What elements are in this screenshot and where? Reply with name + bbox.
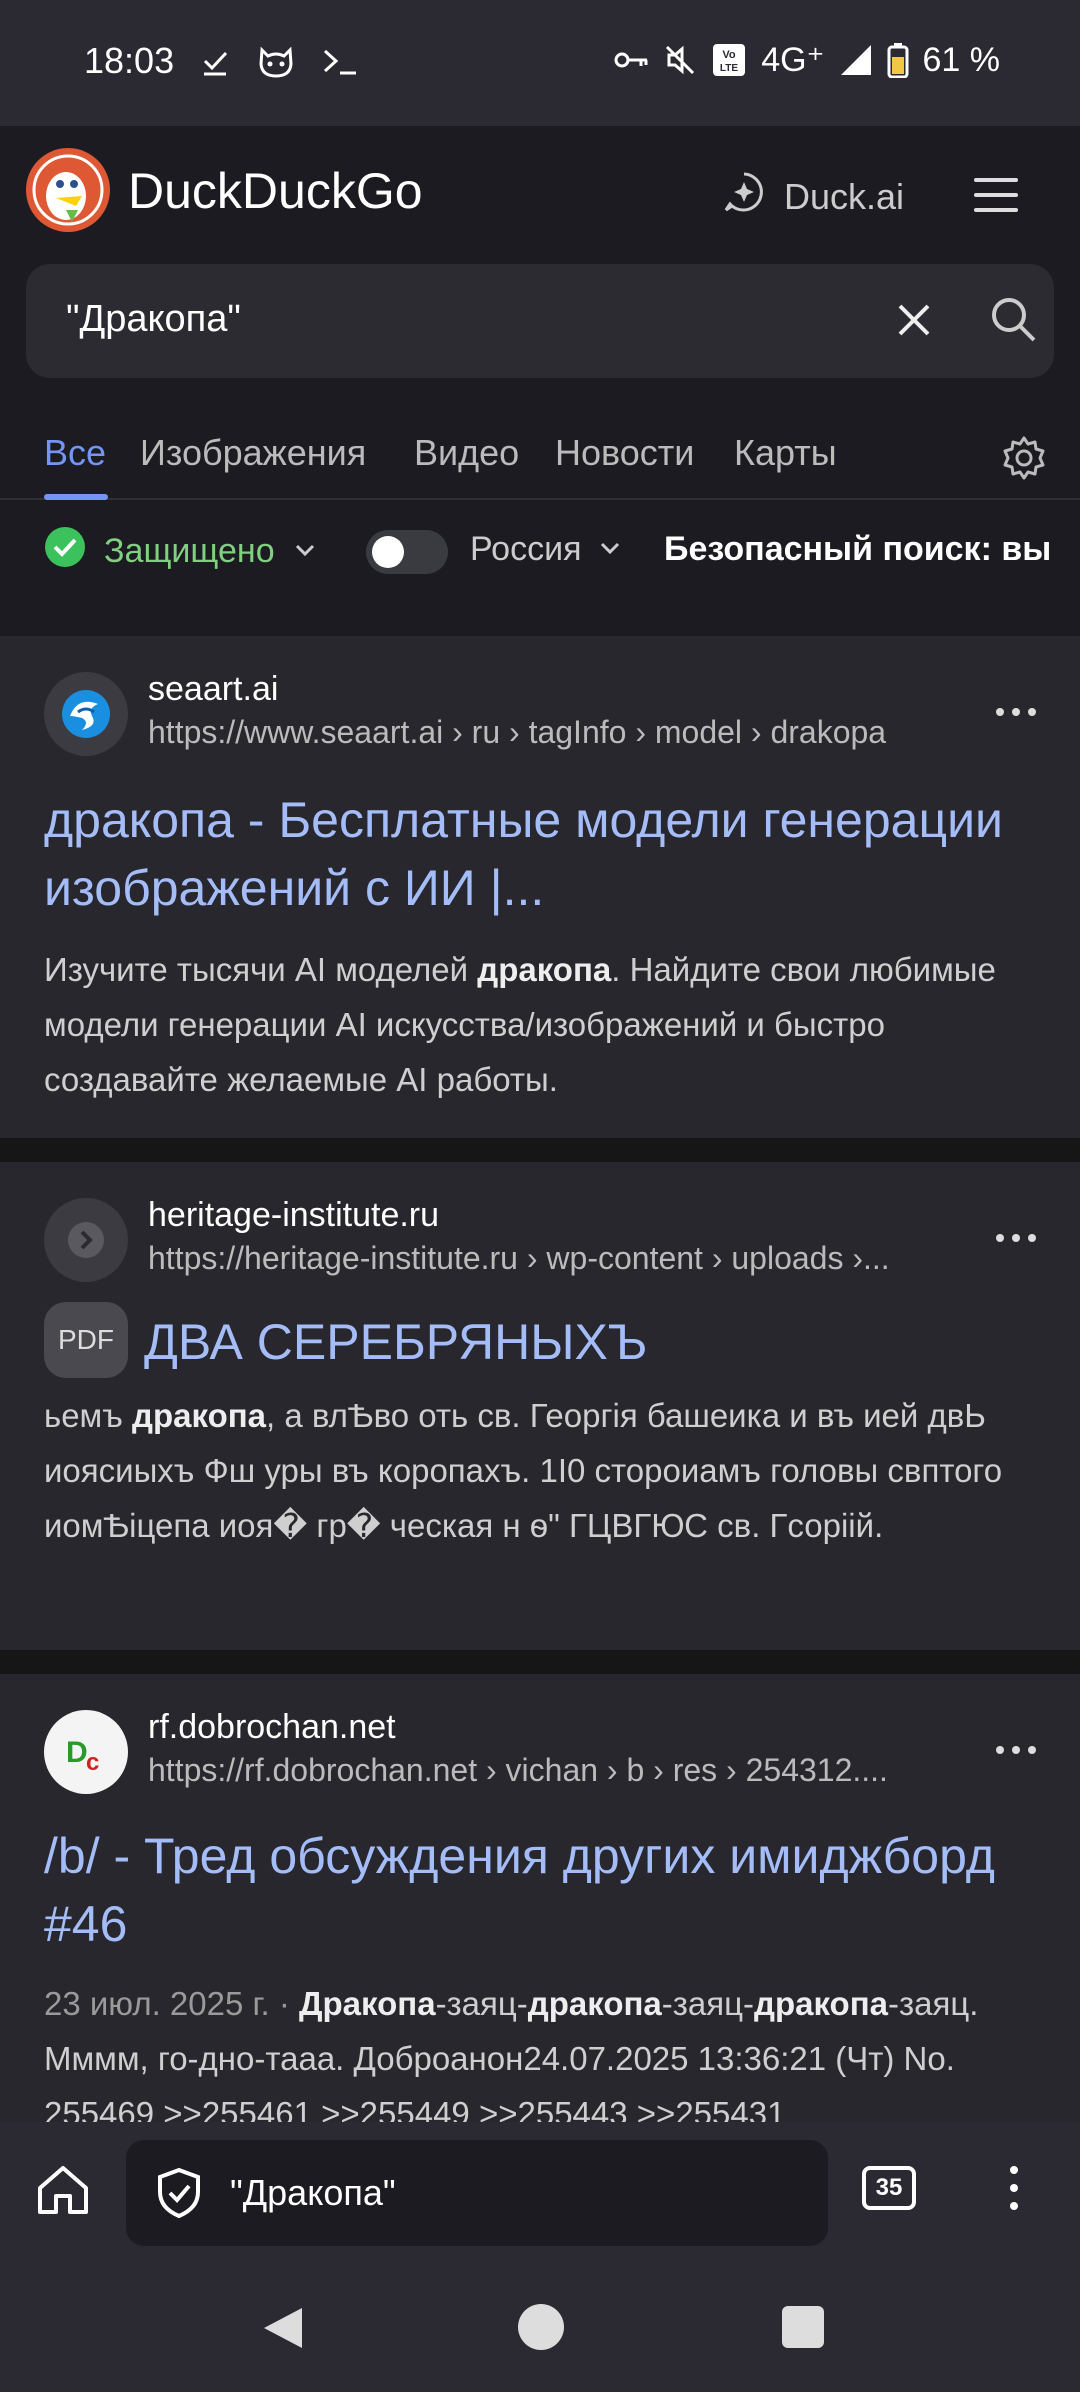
back-icon[interactable] (260, 2304, 306, 2357)
clear-search-icon[interactable] (888, 294, 940, 346)
brand-name: DuckDuckGo (128, 163, 423, 219)
check-circle-icon (44, 526, 86, 577)
app-header: DuckDuckGo Duck.ai "Дракопа" Все Изображ… (0, 126, 1080, 638)
result-snippet: ьемъ дракопа, а влѢво оть св. Георгія ба… (44, 1397, 1003, 1544)
signal-icon (839, 43, 873, 77)
more-options-icon[interactable] (996, 1746, 1036, 1754)
network-type: 4G⁺ (761, 41, 825, 79)
home-nav-icon[interactable] (518, 2304, 564, 2350)
result-snippet: 23 июл. 2025 г. · Дракопа-заяц-дракопа-з… (44, 1985, 979, 2122)
result-url[interactable]: https://rf.dobrochan.net › vichan › b › … (148, 1752, 968, 1789)
results-list: seaart.ai https://www.seaart.ai › ru › t… (0, 636, 1080, 2122)
search-input[interactable]: "Дракопа" (66, 298, 241, 341)
hamburger-menu-icon[interactable] (974, 178, 1018, 212)
result-card: heritage-institute.ru https://heritage-i… (0, 1162, 1080, 1650)
home-icon[interactable] (34, 2162, 92, 2220)
result-title[interactable]: PDF ДВА СЕРЕБРЯНЫХЪ (44, 1302, 1024, 1384)
result-url[interactable]: https://www.seaart.ai › ru › tagInfo › m… (148, 714, 968, 751)
region-filter[interactable]: Россия (470, 530, 622, 569)
protection-label: Защищено (104, 532, 275, 570)
tab-counter-button[interactable]: 35 (862, 2166, 916, 2210)
region-label: Россия (470, 530, 582, 568)
svg-text:D: D (66, 1736, 88, 1769)
tab-all[interactable]: Все (44, 432, 106, 474)
address-text[interactable]: "Дракопа" (230, 2172, 396, 2214)
svg-text:c: c (86, 1749, 99, 1776)
duck-ai-icon (722, 170, 766, 223)
volte-icon: Vo LTE (711, 42, 747, 78)
vpn-key-icon (613, 48, 649, 72)
search-icon[interactable] (986, 292, 1040, 346)
address-bar[interactable]: "Дракопа" (126, 2140, 828, 2246)
result-domain[interactable]: rf.dobrochan.net (148, 1708, 396, 1747)
pdf-badge: PDF (44, 1302, 128, 1378)
duckduckgo-logo[interactable] (26, 148, 110, 232)
search-tabs: Все Изображения Видео Новости Карты (0, 416, 1080, 500)
tab-video[interactable]: Видео (414, 432, 519, 474)
active-tab-indicator (44, 494, 108, 500)
terminal-icon (322, 47, 358, 77)
mute-icon (663, 43, 697, 77)
battery-percent: 61 % (922, 40, 1001, 79)
safe-search-filter[interactable]: Безопасный поиск: вы (664, 530, 1080, 569)
result-card: seaart.ai https://www.seaart.ai › ru › t… (0, 636, 1080, 1138)
tab-images[interactable]: Изображения (140, 432, 366, 474)
tab-news[interactable]: Новости (555, 432, 694, 474)
result-date: 23 июл. 2025 г. · (44, 1985, 300, 2022)
dobrochan-favicon-icon: Dc (44, 1710, 128, 1794)
svg-text:LTE: LTE (720, 63, 738, 74)
result-snippet: Изучите тысячи AI моделей дракопа. Найди… (44, 951, 996, 1098)
filter-bar: Защищено Россия Безопасный поиск: вы (0, 512, 1080, 592)
shield-check-icon[interactable] (152, 2166, 206, 2220)
tab-maps[interactable]: Карты (734, 432, 837, 474)
protection-filter[interactable]: Защищено (44, 526, 317, 577)
chevron-right-favicon-icon (44, 1198, 128, 1282)
search-box[interactable]: "Дракопа" (26, 264, 1054, 378)
download-done-icon (200, 47, 230, 77)
seaart-favicon-icon (44, 672, 128, 756)
chevron-down-icon (598, 530, 622, 569)
browser-toolbar: "Дракопа" 35 (0, 2122, 1080, 2264)
result-title[interactable]: дракопа - Бесплатные модели генерации из… (44, 786, 1024, 922)
duck-ai-label: Duck.ai (784, 175, 905, 217)
svg-text:Vo: Vo (723, 49, 737, 61)
result-title[interactable]: /b/ - Тред обсуждения других имиджборд #… (44, 1822, 1024, 1958)
overflow-menu-icon[interactable] (1010, 2166, 1018, 2210)
result-domain[interactable]: seaart.ai (148, 670, 278, 709)
status-time: 18:03 (84, 40, 175, 81)
battery-icon (887, 42, 909, 78)
status-bar: 18:03 Vo LTE 4G⁺ 61 % (0, 0, 1080, 126)
result-card: Dc rf.dobrochan.net https://rf.dobrochan… (0, 1674, 1080, 2122)
result-domain[interactable]: heritage-institute.ru (148, 1196, 439, 1235)
duck-ai-button[interactable]: Duck.ai (722, 170, 904, 223)
region-toggle[interactable] (366, 530, 448, 574)
more-options-icon[interactable] (996, 1234, 1036, 1242)
more-options-icon[interactable] (996, 708, 1036, 716)
chevron-down-icon (293, 532, 317, 571)
cat-icon (256, 44, 296, 80)
result-url[interactable]: https://heritage-institute.ru › wp-conte… (148, 1240, 968, 1277)
settings-gear-icon[interactable] (1000, 434, 1048, 482)
system-nav-bar (0, 2264, 1080, 2392)
recent-apps-icon[interactable] (782, 2306, 824, 2348)
